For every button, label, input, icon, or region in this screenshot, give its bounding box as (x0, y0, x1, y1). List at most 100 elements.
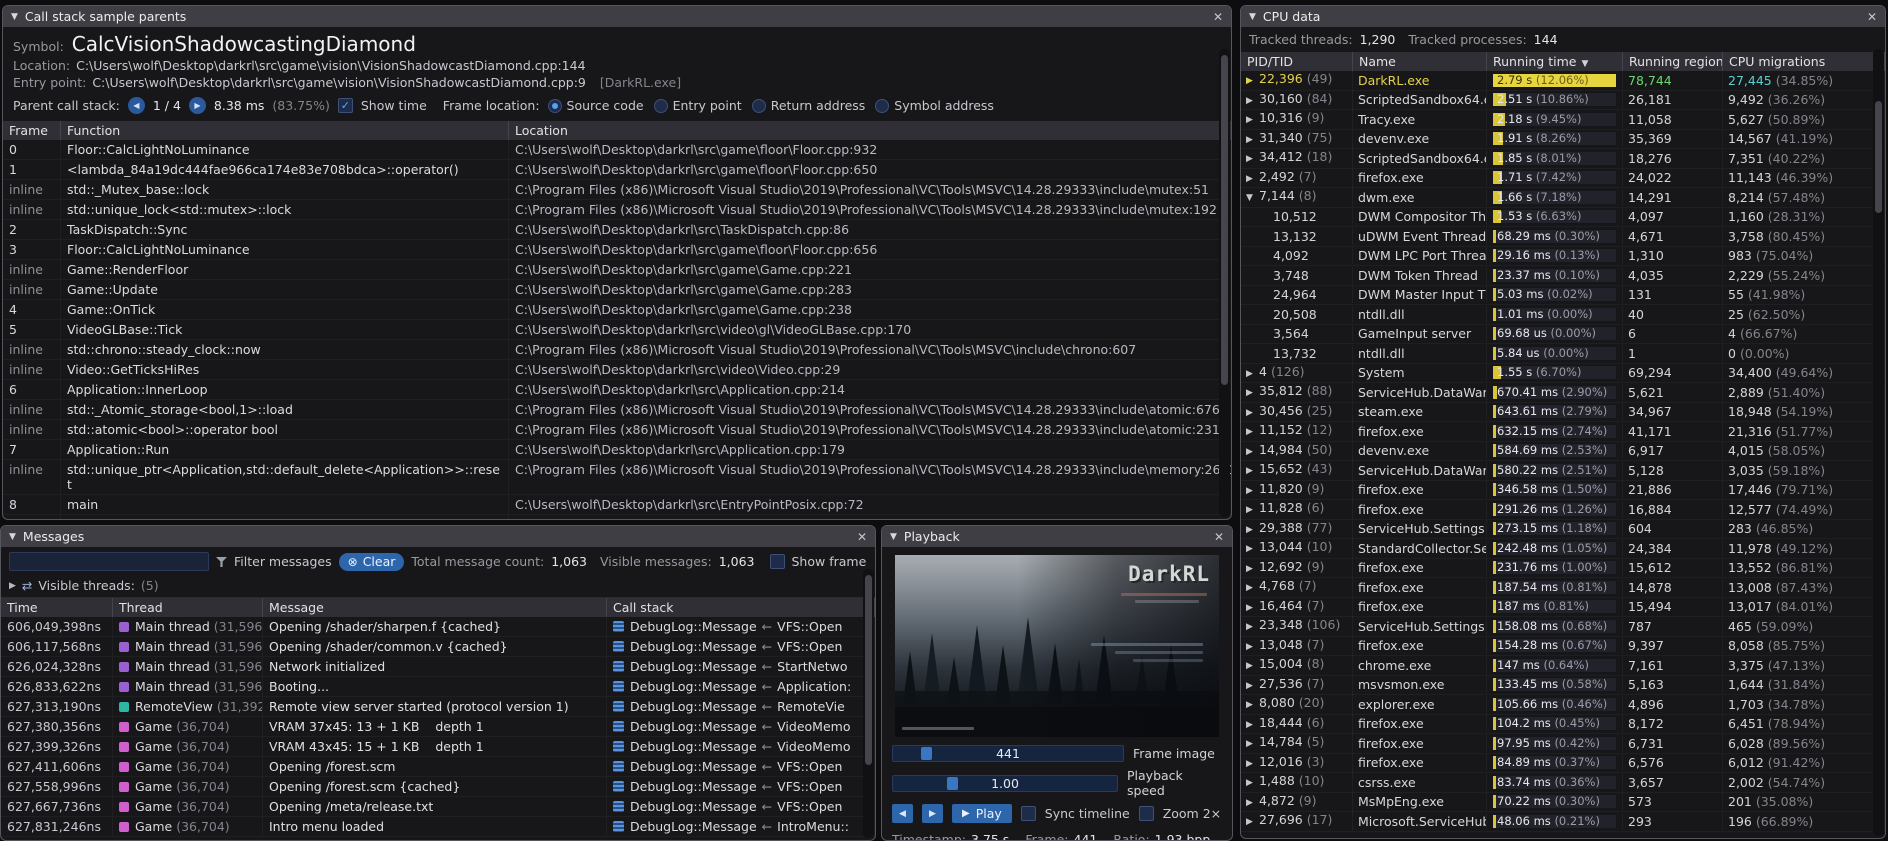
next-parent-button[interactable]: ▶ (189, 97, 206, 114)
expand-row-icon[interactable]: ▶ (1246, 113, 1259, 128)
prev-parent-button[interactable]: ◀ (128, 97, 145, 114)
cpu-row[interactable]: 20,508ntdll.dll1.01 ms (0.00%)4025 (62.5… (1241, 305, 1885, 325)
cpu-row[interactable]: ▶23,348 (106)ServiceHub.SettingsHost158.… (1241, 617, 1885, 637)
message-row[interactable]: 626,833,622nsMain thread (31,596)Booting… (1, 677, 875, 697)
cpu-row[interactable]: ▶30,160 (84)ScriptedSandbox64.exe2.51 s … (1241, 91, 1885, 111)
cpu-row[interactable]: ▶13,044 (10)StandardCollector.Servic242.… (1241, 539, 1885, 559)
callstack-cell[interactable]: DebugLog::Message←VideoMemo (607, 737, 875, 756)
expand-row-icon[interactable]: ▶ (1246, 757, 1259, 772)
callstack-cell[interactable]: DebugLog::Message←VideoMemo (607, 717, 875, 736)
callstack-row[interactable]: 2TaskDispatch::SyncC:\Users\wolf\Desktop… (3, 220, 1231, 240)
column-header-running-regions[interactable]: Running regions (1623, 52, 1723, 71)
expand-row-icon[interactable]: ▶ (1246, 445, 1259, 460)
zoom-checkbox[interactable] (1139, 806, 1154, 821)
visible-threads-label[interactable]: Visible threads: (38, 578, 135, 593)
callstack-row[interactable]: inlinestd::atomic<bool>::operator boolC:… (3, 420, 1231, 440)
collapse-icon[interactable]: ▼ (1249, 12, 1256, 22)
collapse-icon[interactable]: ▼ (890, 532, 897, 542)
message-row[interactable]: 626,024,328nsMain thread (31,596)Network… (1, 657, 875, 677)
cpu-row[interactable]: ▶27,696 (17)Microsoft.ServiceHub.Co48.06… (1241, 812, 1885, 832)
message-row[interactable]: 627,831,246nsGame (36,704)Intro menu loa… (1, 817, 875, 837)
expand-row-icon[interactable]: ▶ (1246, 815, 1259, 830)
next-frame-button[interactable]: ▶ (922, 804, 943, 823)
column-header-function[interactable]: Function (61, 121, 509, 140)
message-row[interactable]: 606,117,568nsMain thread (31,596)Opening… (1, 637, 875, 657)
column-header-call-stack[interactable]: Call stack (607, 598, 875, 617)
message-row[interactable]: 627,313,190nsRemoteView (31,392)Remote v… (1, 697, 875, 717)
expand-row-icon[interactable]: ▶ (1246, 464, 1259, 479)
callstack-cell[interactable]: DebugLog::Message←IntroMenu:: (607, 817, 875, 836)
cpu-row[interactable]: ▶15,004 (8)chrome.exe147 ms (0.64%)7,161… (1241, 656, 1885, 676)
expand-row-icon[interactable]: ▶ (1246, 659, 1259, 674)
cpu-row[interactable]: 24,964DWM Master Input Threa5.03 ms (0.0… (1241, 286, 1885, 306)
cpu-row[interactable]: ▶12,016 (3)firefox.exe84.89 ms (0.37%)6,… (1241, 754, 1885, 774)
callstack-cell[interactable]: DebugLog::Message←VFS::Open (607, 757, 875, 776)
scrollbar-thumb[interactable] (865, 575, 872, 765)
expand-row-icon[interactable]: ▶ (1246, 74, 1259, 89)
scrollbar-thumb[interactable] (1875, 101, 1882, 213)
callstack-row[interactable]: 7Application::RunC:\Users\wolf\Desktop\d… (3, 440, 1231, 460)
cpu-row[interactable]: ▶4,872 (9)MsMpEng.exe70.22 ms (0.30%)573… (1241, 793, 1885, 813)
callstack-row[interactable]: inlineGame::UpdateC:\Users\wolf\Desktop\… (3, 280, 1231, 300)
expand-row-icon[interactable]: ▶ (1246, 133, 1259, 148)
callstack-cell[interactable]: DebugLog::Message←VFS::Open (607, 797, 875, 816)
column-header-location[interactable]: Location (509, 121, 1231, 140)
cpu-row[interactable]: 10,512DWM Compositor Threa1.53 s (6.63%)… (1241, 208, 1885, 228)
radio-entry-point[interactable]: Entry point (654, 98, 742, 113)
expand-row-icon[interactable]: ▶ (1246, 581, 1259, 596)
expand-row-icon[interactable]: ▶ (1246, 679, 1259, 694)
expand-row-icon[interactable]: ▶ (1246, 796, 1259, 811)
collapse-icon[interactable]: ▼ (11, 12, 18, 22)
radio-return-address[interactable]: Return address (752, 98, 866, 113)
callstack-row[interactable]: inlineGame::RenderFloorC:\Users\wolf\Des… (3, 260, 1231, 280)
callstack-cell[interactable]: DebugLog::Message←StartNetwo (607, 657, 875, 676)
cpu-row[interactable]: ▶8,080 (20)explorer.exe105.66 ms (0.46%)… (1241, 695, 1885, 715)
messages-titlebar[interactable]: ▼ Messages ✕ (1, 526, 875, 547)
column-header-cpu-migrations[interactable]: CPU migrations (1723, 52, 1885, 71)
callstack-row[interactable]: 4Game::OnTickC:\Users\wolf\Desktop\darkr… (3, 300, 1231, 320)
callstack-cell[interactable]: DebugLog::Message←RemoteVie (607, 697, 875, 716)
filter-input[interactable] (9, 552, 209, 571)
cpu-row[interactable]: ▶31,340 (75)devenv.exe1.91 s (8.26%)35,3… (1241, 130, 1885, 150)
cpu-row[interactable]: ▶34,412 (18)ScriptedSandbox64.exe1.85 s … (1241, 149, 1885, 169)
cpu-scrollbar[interactable] (1873, 49, 1884, 836)
callstack-titlebar[interactable]: ▼ Call stack sample parents ✕ (3, 6, 1231, 27)
message-row[interactable]: 627,380,356nsGame (36,704)VRAM 37x45: 13… (1, 717, 875, 737)
expand-row-icon[interactable]: ▶ (1246, 152, 1259, 167)
cpu-row[interactable]: ▶11,820 (9)firefox.exe346.58 ms (1.50%)2… (1241, 481, 1885, 501)
callstack-row[interactable]: inlineVideo::GetTicksHiResC:\Users\wolf\… (3, 360, 1231, 380)
cpu-row[interactable]: 3,564GameInput server69.68 us (0.00%)64 … (1241, 325, 1885, 345)
expand-row-icon[interactable]: ▶ (1246, 562, 1259, 577)
expand-row-icon[interactable]: ▶ (1246, 601, 1259, 616)
message-row[interactable]: 627,411,606nsGame (36,704)Opening /fores… (1, 757, 875, 777)
cpu-row[interactable]: 3,748DWM Token Thread23.37 ms (0.10%)4,0… (1241, 266, 1885, 286)
cpu-row[interactable]: ▶11,828 (6)firefox.exe291.26 ms (1.26%)1… (1241, 500, 1885, 520)
expand-row-icon[interactable]: ▶ (1246, 640, 1259, 655)
callstack-row[interactable]: inlinestd::_Mutex_base::lockC:\Program F… (3, 180, 1231, 200)
cpu-row[interactable]: 13,732ntdll.dll5.84 us (0.00%)10 (0.00%) (1241, 344, 1885, 364)
show-frame-checkbox[interactable] (770, 554, 785, 569)
column-header-frame[interactable]: Frame (3, 121, 61, 140)
cpu-row[interactable]: ▶13,048 (7)firefox.exe154.28 ms (0.67%)9… (1241, 637, 1885, 657)
cpu-row[interactable]: ▶4,768 (7)firefox.exe187.54 ms (0.81%)14… (1241, 578, 1885, 598)
message-row[interactable]: 627,399,326nsGame (36,704)VRAM 43x45: 15… (1, 737, 875, 757)
callstack-row[interactable]: inlinestd::_Atomic_storage<bool,1>::load… (3, 400, 1231, 420)
cpu-row[interactable]: ▶2,492 (7)firefox.exe1.71 s (7.42%)24,02… (1241, 169, 1885, 189)
radio-source-code[interactable]: Source code (548, 98, 644, 113)
collapse-icon[interactable]: ▼ (9, 532, 16, 542)
expand-row-icon[interactable]: ▶ (1246, 425, 1259, 440)
expand-row-icon[interactable]: ▶ (1246, 620, 1259, 635)
cpu-row[interactable]: ▶4 (126)System1.55 s (6.70%)69,29434,400… (1241, 364, 1885, 384)
column-header-pid-tid[interactable]: PID/TID (1241, 52, 1353, 71)
expand-row-icon[interactable]: ▶ (1246, 94, 1259, 109)
speed-slider[interactable]: 1.00 (892, 775, 1118, 792)
expand-row-icon[interactable]: ▶ (1246, 484, 1259, 499)
callstack-cell[interactable]: DebugLog::Message←Application: (607, 677, 875, 696)
expand-row-icon[interactable]: ▶ (1246, 523, 1259, 538)
cpu-row[interactable]: 4,092DWM LPC Port Thread29.16 ms (0.13%)… (1241, 247, 1885, 267)
filter-messages-label[interactable]: Filter messages (234, 554, 332, 569)
close-icon[interactable]: ✕ (1214, 530, 1224, 544)
column-header-name[interactable]: Name (1353, 52, 1487, 71)
cpu-titlebar[interactable]: ▼ CPU data ✕ (1241, 6, 1885, 27)
cpu-row[interactable]: ▶15,652 (43)ServiceHub.DataWarehou580.22… (1241, 461, 1885, 481)
